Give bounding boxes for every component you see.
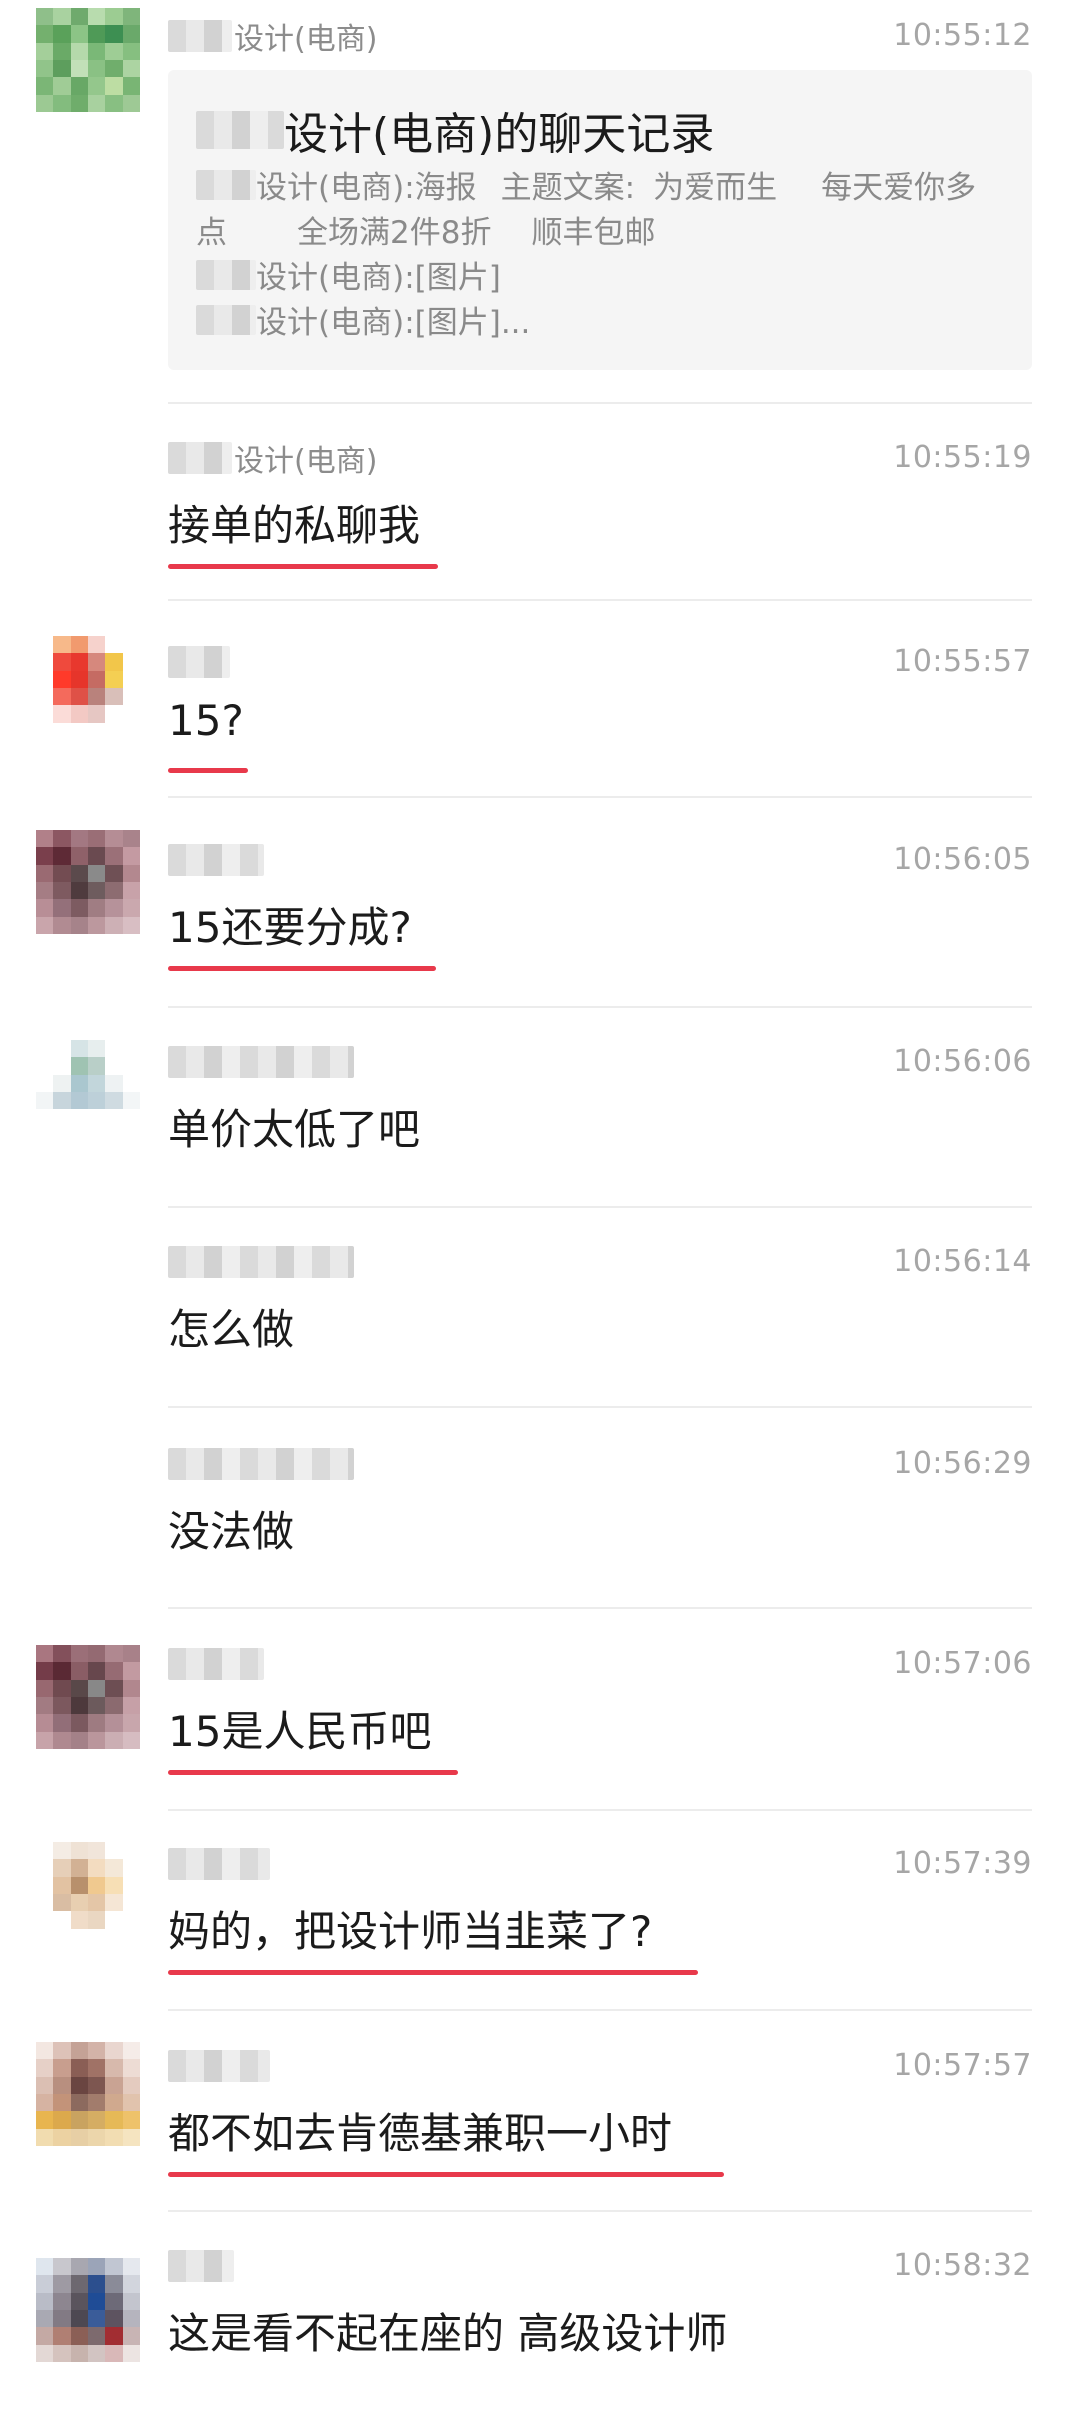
- message-text: 都不如去肯德基兼职一小时: [168, 2109, 673, 2158]
- avatar[interactable]: [36, 636, 140, 740]
- preview-text: 每天爱你多: [821, 170, 977, 206]
- redacted-name: [168, 1848, 270, 1880]
- chat-message: 10:56:14 怎么做: [168, 1244, 1032, 1394]
- redacted-name: [196, 259, 256, 290]
- message-text: 没法做: [168, 1507, 295, 1556]
- divider: [168, 402, 1032, 404]
- message-text: 15?: [168, 696, 244, 745]
- sender-name: [168, 1646, 266, 1682]
- avatar[interactable]: [36, 8, 140, 112]
- redacted-name: [168, 1246, 354, 1278]
- chat-message: 10:56:29 没法做: [168, 1446, 1032, 1596]
- sender-suffix: 设计(电商): [234, 444, 378, 479]
- card-title: 设计(电商)的聊天记录: [196, 98, 714, 162]
- avatar[interactable]: [36, 830, 140, 934]
- highlight-underline: [168, 768, 248, 773]
- sender-name: [168, 1044, 356, 1080]
- chat-history-card[interactable]: 设计(电商)的聊天记录 设计(电商):海报 主题文案: 为爱而生 每天爱你多 点…: [168, 70, 1032, 370]
- highlight-underline: [168, 564, 438, 569]
- redacted-name: [168, 20, 232, 52]
- message-time: 10:56:05: [893, 842, 1032, 877]
- divider: [168, 1809, 1032, 1811]
- redacted-name: [168, 646, 230, 678]
- sender-name: [168, 1846, 272, 1882]
- message-time: 10:55:12: [893, 18, 1032, 53]
- card-preview-line: 点 全场满2件8折 顺丰包邮: [196, 207, 655, 252]
- sender-name: [168, 1446, 356, 1482]
- avatar[interactable]: [36, 2042, 140, 2146]
- redacted-name: [168, 844, 264, 876]
- preview-text: 为爱而生: [653, 170, 778, 206]
- preview-text: 主题文案:: [500, 170, 636, 206]
- sender-name: [168, 644, 232, 680]
- preview-text: 设计(电商):海报: [256, 170, 477, 206]
- message-time: 10:56:29: [893, 1446, 1032, 1481]
- divider: [168, 599, 1032, 601]
- divider: [168, 796, 1032, 798]
- highlight-underline: [168, 966, 436, 971]
- message-text: 这是看不起在座的 高级设计师: [168, 2309, 728, 2358]
- redacted-name: [196, 111, 284, 149]
- chat-message: 10:55:57 15?: [168, 644, 1032, 794]
- card-preview-line: 设计(电商):[图片]...: [196, 297, 530, 342]
- sender-name: [168, 1244, 356, 1280]
- redacted-name: [196, 169, 256, 200]
- message-text: 接单的私聊我: [168, 501, 421, 550]
- redacted-name: [168, 2250, 234, 2282]
- message-time: 10:57:39: [893, 1846, 1032, 1881]
- divider: [168, 1006, 1032, 1008]
- preview-text: 设计(电商):[图片]: [256, 260, 501, 296]
- message-text: 妈的，把设计师当韭菜了?: [168, 1907, 653, 1956]
- sender-name: [168, 842, 266, 878]
- redacted-name: [168, 1648, 264, 1680]
- message-text: 15是人民币吧: [168, 1707, 432, 1756]
- avatar[interactable]: [36, 1645, 140, 1749]
- message-time: 10:57:06: [893, 1646, 1032, 1681]
- message-time: 10:56:14: [893, 1244, 1032, 1279]
- highlight-underline: [168, 2172, 724, 2177]
- message-text: 单价太低了吧: [168, 1105, 421, 1154]
- message-time: 10:55:57: [893, 644, 1032, 679]
- redacted-name: [168, 442, 232, 474]
- sender-name: [168, 2248, 236, 2284]
- message-time: 10:55:19: [893, 440, 1032, 475]
- avatar[interactable]: [36, 1040, 140, 1144]
- chat-message: 10:57:06 15是人民币吧: [168, 1646, 1032, 1796]
- divider: [168, 1406, 1032, 1408]
- divider: [168, 2210, 1032, 2212]
- divider: [168, 1607, 1032, 1609]
- sender-name: 设计(电商): [168, 18, 377, 57]
- divider: [168, 1206, 1032, 1208]
- chat-message: 10:56:05 15还要分成?: [168, 842, 1032, 992]
- avatar[interactable]: [36, 2258, 140, 2362]
- preview-text: 点: [196, 215, 227, 251]
- highlight-underline: [168, 1970, 698, 1975]
- message-time: 10:56:06: [893, 1044, 1032, 1079]
- preview-text: 顺丰包邮: [531, 215, 656, 251]
- message-text: 怎么做: [168, 1305, 295, 1354]
- chat-message: 设计(电商) 10:55:19 接单的私聊我: [168, 440, 1032, 590]
- message-text: 15还要分成?: [168, 903, 412, 952]
- sender-name: [168, 2048, 272, 2084]
- card-preview-line: 设计(电商):[图片]: [196, 252, 501, 297]
- card-preview-line: 设计(电商):海报 主题文案: 为爱而生 每天爱你多: [196, 162, 976, 207]
- message-time: 10:57:57: [893, 2048, 1032, 2083]
- preview-text: 设计(电商):[图片]...: [256, 305, 531, 341]
- divider: [168, 2009, 1032, 2011]
- redacted-name: [168, 2050, 270, 2082]
- highlight-underline: [168, 1770, 458, 1775]
- redacted-name: [168, 1046, 354, 1078]
- redacted-name: [168, 1448, 354, 1480]
- sender-name: 设计(电商): [168, 440, 377, 479]
- message-time: 10:58:32: [893, 2248, 1032, 2283]
- redacted-name: [196, 304, 256, 335]
- preview-text: 全场满2件8折: [297, 215, 492, 251]
- chat-message: 10:57:39 妈的，把设计师当韭菜了?: [168, 1846, 1032, 1996]
- avatar[interactable]: [36, 1842, 140, 1946]
- chat-message: 10:57:57 都不如去肯德基兼职一小时: [168, 2048, 1032, 2198]
- card-title-text: 设计(电商)的聊天记录: [284, 109, 715, 160]
- chat-message: 10:56:06 单价太低了吧: [168, 1044, 1032, 1194]
- sender-suffix: 设计(电商): [234, 22, 378, 57]
- chat-message: 10:58:32 这是看不起在座的 高级设计师: [168, 2248, 1032, 2398]
